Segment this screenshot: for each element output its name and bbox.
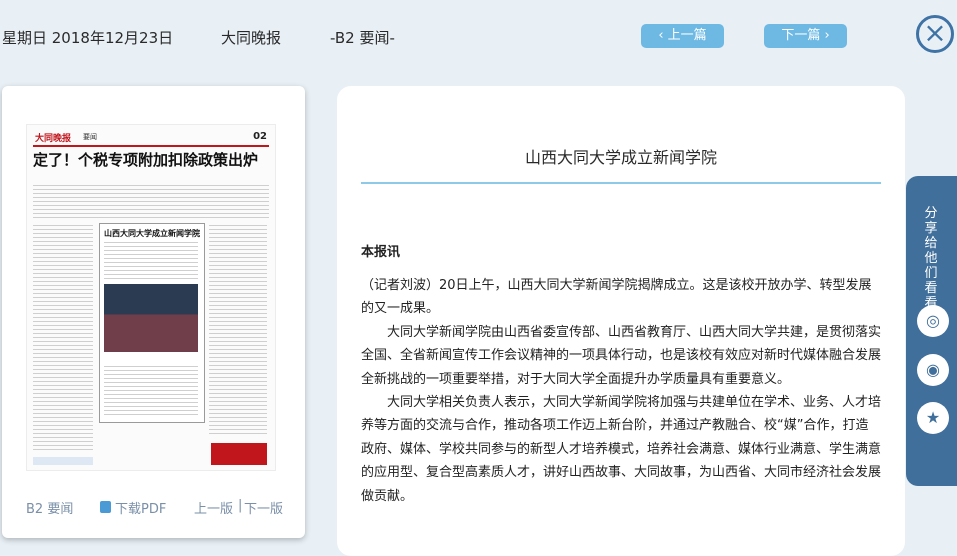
close-button[interactable]: × [916,15,954,53]
next-article-label: 下一篇 [781,28,821,43]
weibo-icon: ◉ [926,360,940,379]
thumb-featured-text [104,242,198,280]
thumb-featured-text-2 [104,366,198,416]
favorite-button[interactable]: ★ [917,402,949,434]
share-wechat-button[interactable]: ◎ [917,305,949,337]
thumb-featured-article[interactable]: 山西大同大学成立新闻学院 [99,223,205,423]
favorite-star-icon: ★ [925,408,941,427]
prev-article-button[interactable]: ‹ 上一篇 [641,24,724,48]
title-divider [361,182,881,184]
share-weibo-button[interactable]: ◉ [917,354,949,386]
article-body: （记者刘波）20日上午，山西大同大学新闻学院揭牌成立。这是该校开放办学、转型发展… [361,274,881,508]
chevron-right-icon: › [824,28,830,43]
thumb-masthead: 大同晚报 要闻 02 [33,131,269,144]
thumb-left-column [33,225,93,450]
thumb-photo [104,284,198,352]
share-label: 分享给他们看看 [924,206,938,311]
article-paragraph: （记者刘波）20日上午，山西大同大学新闻学院揭牌成立。这是该校开放办学、转型发展… [361,278,872,317]
page-link-separator: | [238,498,243,513]
close-icon: × [923,16,947,49]
issue-date: 星期日 2018年12月23日 [2,29,174,47]
prev-page-link[interactable]: 上一版 [194,498,233,517]
thumb-page-number: 02 [253,131,267,142]
chevron-left-icon: ‹ [658,28,664,43]
article-lead: 本报讯 [361,245,401,260]
pdf-icon [100,501,111,513]
download-pdf-link[interactable]: 下载PDF [115,498,166,517]
article-paragraph: 大同大学新闻学院由山西省委宣传部、山西省教育厅、山西大同大学共建，是贯彻落实全国… [361,324,882,387]
thumb-masthead-rule [33,145,269,147]
thumb-headline: 定了！个税专项附加扣除政策出炉 [33,151,259,169]
thumb-featured-headline: 山西大同大学成立新闻学院 [104,229,200,238]
thumb-lead-text [33,185,269,221]
thumb-section: 要闻 [83,133,97,141]
thumb-footer-strip [33,457,93,465]
wechat-icon: ◎ [926,311,940,330]
thumb-right-column [209,225,267,435]
paper-name: 大同晚报 [221,29,282,47]
newspaper-page-thumbnail[interactable]: 大同晚报 要闻 02 定了！个税专项附加扣除政策出炉 山西大同大学成立新闻学院 [26,124,276,471]
article-paragraph: 大同大学相关负责人表示，大同大学新闻学院将加强与共建单位在学术、业务、人才培养等… [361,395,882,504]
top-bar: 星期日 2018年12月23日 大同晚报 -B2 要闻- ‹ 上一篇 下一篇 ›… [0,0,957,75]
thumb-ad-block [211,443,267,465]
thumb-logo: 大同晚报 [35,134,72,144]
share-sidebar: 分享给他们看看 ◎ ◉ ★ [906,176,957,486]
prev-article-label: 上一篇 [667,28,707,43]
article-panel: 山西大同大学成立新闻学院 本报讯 （记者刘波）20日上午，山西大同大学新闻学院揭… [337,86,905,556]
page-label-link[interactable]: B2 要闻 [26,498,73,517]
section-label: -B2 要闻- [330,29,395,47]
next-article-button[interactable]: 下一篇 › [764,24,847,48]
page-preview-card: 大同晚报 要闻 02 定了！个税专项附加扣除政策出炉 山西大同大学成立新闻学院 … [2,86,305,538]
article-title: 山西大同大学成立新闻学院 [524,148,717,167]
next-page-link[interactable]: 下一版 [244,498,283,517]
